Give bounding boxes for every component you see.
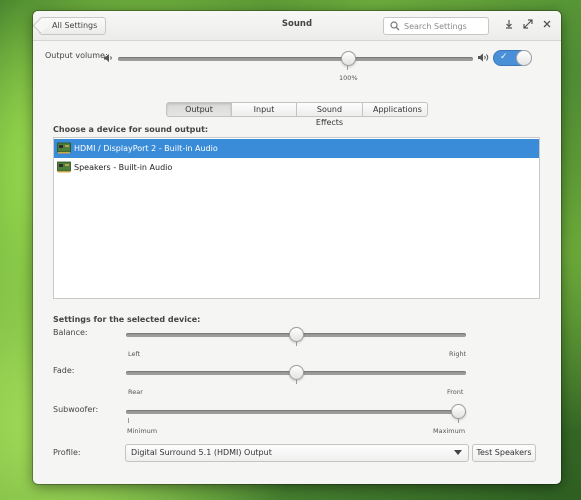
subwoofer-max-tick <box>458 418 459 423</box>
fade-center-tick <box>296 379 297 384</box>
search-box[interactable] <box>383 17 489 35</box>
close-icon[interactable] <box>541 19 553 31</box>
output-volume-value: 100% <box>339 74 358 82</box>
profile-label: Profile: <box>53 448 81 457</box>
download-icon[interactable] <box>503 19 515 31</box>
maximize-icon[interactable] <box>522 19 534 31</box>
device-list: HDMI / DisplayPort 2 - Built-in Audio Sp… <box>53 137 540 299</box>
device-section-heading: Choose a device for sound output: <box>53 125 209 134</box>
device-row-hdmi[interactable]: HDMI / DisplayPort 2 - Built-in Audio <box>54 139 539 158</box>
speaker-high-icon <box>478 53 489 62</box>
checkmark-icon: ✓ <box>500 52 508 62</box>
tab-sound-effects[interactable]: Sound Effects <box>296 102 363 127</box>
header-bar: All Settings Sound <box>33 11 561 41</box>
subwoofer-label: Subwoofer: <box>53 405 99 414</box>
fade-knob[interactable] <box>289 365 304 380</box>
sound-tabs: Output Input Sound Effects Applications <box>166 102 428 127</box>
device-label: HDMI / DisplayPort 2 - Built-in Audio <box>74 144 218 153</box>
balance-min-label: Left <box>128 350 141 358</box>
settings-window: All Settings Sound Output volume: 100% <box>33 11 561 484</box>
fade-label: Fade: <box>53 366 75 375</box>
output-volume-label: Output volume: <box>45 51 108 60</box>
tab-output[interactable]: Output <box>166 102 232 117</box>
search-input[interactable] <box>402 19 488 34</box>
sound-settings-content: Output volume: 100% ✓ Output Input Sound… <box>33 41 561 484</box>
output-volume-switch[interactable]: ✓ <box>493 50 532 66</box>
subwoofer-max-label: Maximum <box>433 427 466 435</box>
balance-max-label: Right <box>449 350 467 358</box>
output-volume-knob[interactable] <box>341 51 356 66</box>
switch-knob <box>516 50 532 66</box>
device-row-speakers[interactable]: Speakers - Built-in Audio <box>54 158 539 177</box>
tab-input[interactable]: Input <box>231 102 297 117</box>
settings-section-heading: Settings for the selected device: <box>53 315 201 324</box>
test-speakers-button[interactable]: Test Speakers <box>472 444 536 462</box>
balance-label: Balance: <box>53 328 88 337</box>
subwoofer-slider[interactable] <box>126 410 466 414</box>
tab-applications[interactable]: Applications <box>362 102 428 117</box>
fade-min-label: Rear <box>128 388 143 396</box>
subwoofer-min-label: Minimum <box>127 427 158 435</box>
profile-selected-value: Digital Surround 5.1 (HDMI) Output <box>131 448 272 457</box>
search-icon <box>390 21 400 31</box>
fade-max-label: Front <box>447 388 464 396</box>
subwoofer-min-tick <box>128 418 129 423</box>
speaker-low-icon <box>104 54 112 62</box>
volume-tick-mark <box>347 65 348 70</box>
sound-card-icon <box>57 142 71 154</box>
chevron-down-icon <box>454 450 462 455</box>
profile-dropdown[interactable]: Digital Surround 5.1 (HDMI) Output <box>125 444 469 462</box>
output-volume-slider[interactable] <box>118 57 473 61</box>
subwoofer-knob[interactable] <box>451 404 466 419</box>
balance-knob[interactable] <box>289 327 304 342</box>
device-label: Speakers - Built-in Audio <box>74 163 173 172</box>
balance-center-tick <box>296 341 297 346</box>
sound-card-icon <box>57 161 71 173</box>
